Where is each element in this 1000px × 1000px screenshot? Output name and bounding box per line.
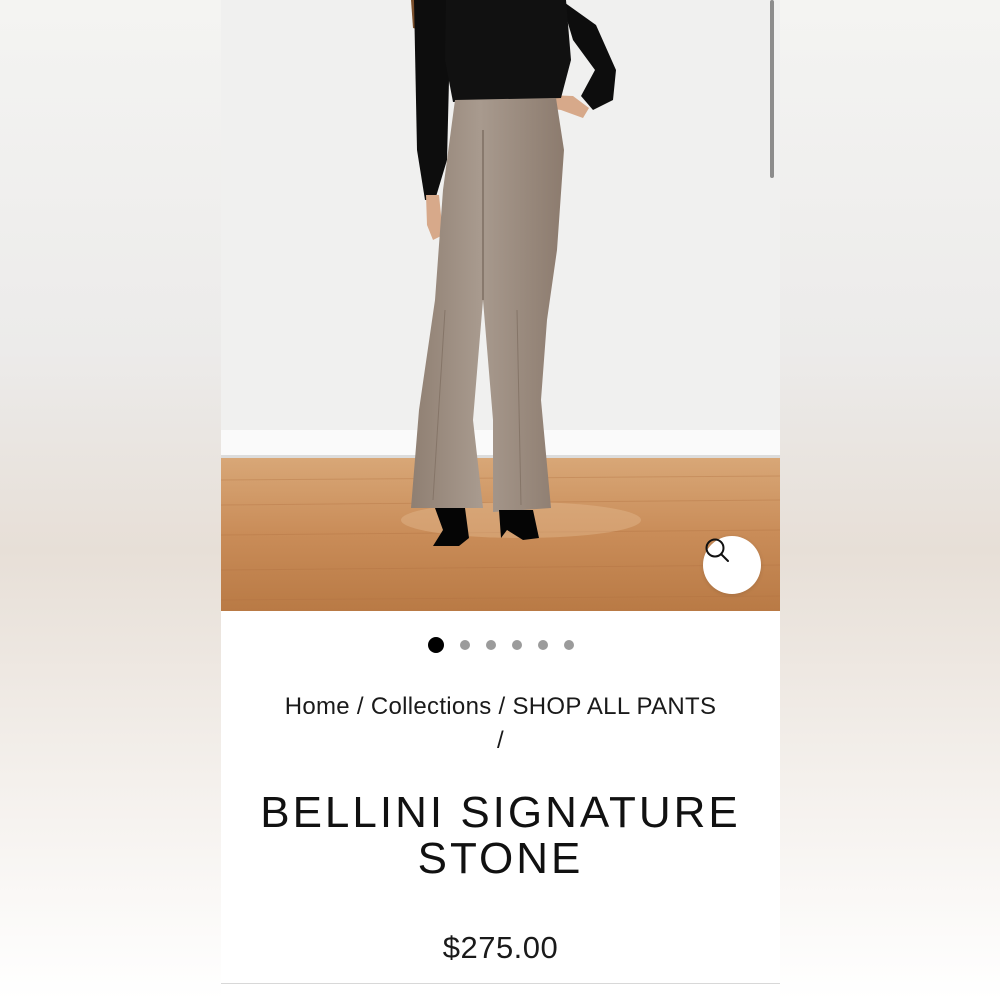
breadcrumb-home[interactable]: Home <box>285 693 350 720</box>
divider <box>221 983 780 984</box>
breadcrumb-separator: / <box>497 727 504 754</box>
breadcrumb: Home / Collections / SHOP ALL PANTS / <box>251 690 750 758</box>
product-title-line1: BELLINI SIGNATURE <box>260 788 741 837</box>
background-blur-right <box>780 0 1000 1000</box>
product-title-line2: STONE <box>417 834 584 883</box>
breadcrumb-separator: / <box>356 693 364 720</box>
carousel-dot[interactable] <box>485 640 496 650</box>
carousel-dot[interactable] <box>459 640 470 650</box>
carousel-dot[interactable] <box>511 640 522 650</box>
breadcrumb-collections[interactable]: Collections <box>371 693 492 720</box>
carousel-dot[interactable] <box>563 640 574 650</box>
product-title: BELLINI SIGNATURE STONE <box>241 790 760 882</box>
product-page: Home / Collections / SHOP ALL PANTS / BE… <box>221 0 780 1000</box>
scrollbar[interactable] <box>770 0 774 178</box>
background-blur-left <box>0 0 221 1000</box>
breadcrumb-separator: / <box>498 693 506 720</box>
product-photo <box>221 0 780 611</box>
carousel-dot[interactable] <box>537 640 548 650</box>
carousel-dot-active[interactable] <box>427 637 444 653</box>
carousel-indicator <box>221 636 780 654</box>
product-price: $275.00 <box>442 930 559 965</box>
search-icon <box>705 538 729 562</box>
product-image[interactable] <box>221 0 780 611</box>
zoom-button[interactable] <box>703 536 761 594</box>
breadcrumb-shop-all-pants[interactable]: SHOP ALL PANTS <box>512 693 716 720</box>
